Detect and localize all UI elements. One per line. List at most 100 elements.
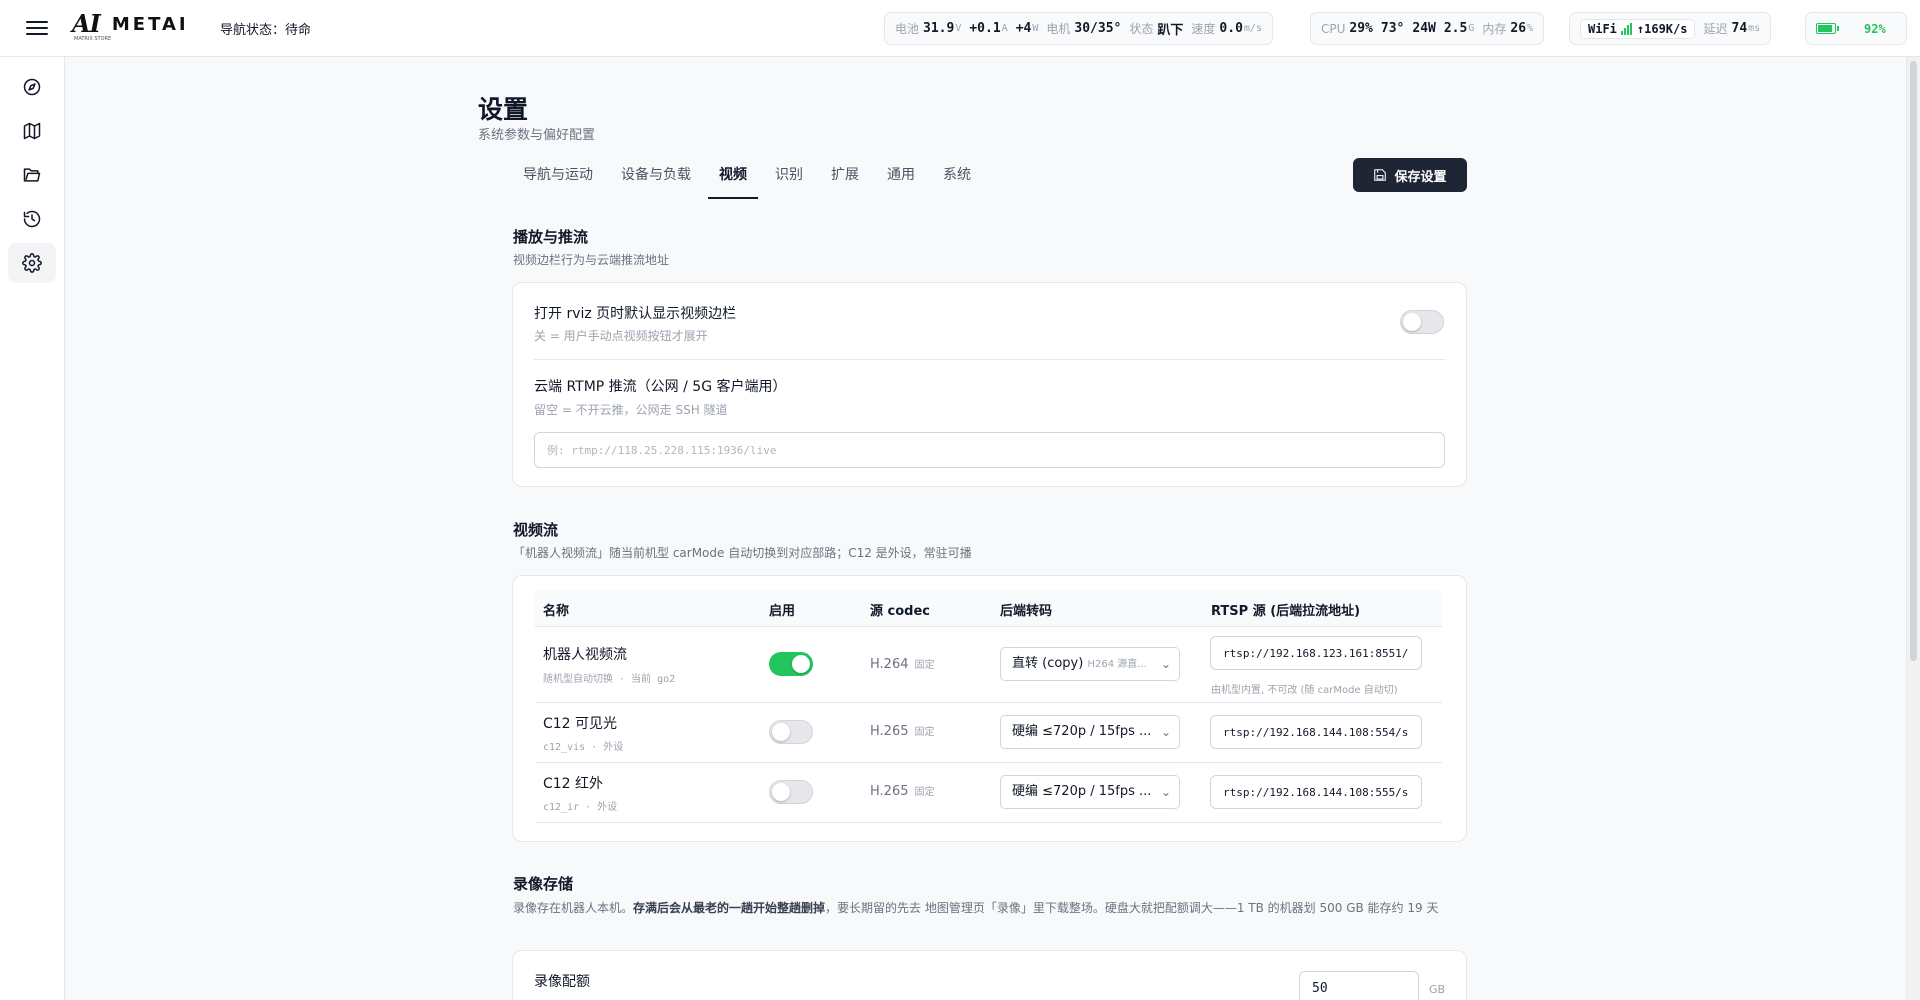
current-value: +0.1 (969, 21, 1001, 36)
rtsp-url-input[interactable] (1210, 636, 1422, 670)
transcode-value: 硬编 ≤720p / 15fps ... (1012, 724, 1152, 739)
memory-label: 内存 (1482, 22, 1507, 36)
tab-video[interactable]: 视频 (708, 158, 758, 199)
chevron-down-icon: ⌄ (1160, 725, 1171, 739)
storage-section-desc: 录像存在机器人本机。存满后会从最老的一趟开始整趟删掉，要长期留的先去 地图管理页… (513, 898, 1468, 918)
current-unit: A (1001, 23, 1008, 34)
page-scrollbar[interactable] (1906, 57, 1920, 1000)
rviz-sidebar-toggle[interactable] (1400, 310, 1444, 334)
gpu-unit: G (1468, 23, 1475, 34)
save-settings-button[interactable]: 保存设置 (1353, 158, 1467, 192)
rviz-setting-title: 打开 rviz 页时默认显示视频边栏 (534, 306, 737, 322)
sidebar-item-files[interactable] (8, 155, 56, 195)
scroll-thumb[interactable] (1910, 61, 1917, 661)
map-icon (23, 122, 41, 140)
stream-enable-toggle[interactable] (769, 720, 813, 744)
tab-navigation[interactable]: 导航与运动 (512, 158, 604, 199)
tab-general[interactable]: 通用 (876, 158, 926, 199)
logo-subtitle: MATRIX STORE (74, 36, 112, 42)
tab-system[interactable]: 系统 (932, 158, 982, 199)
battery-voltage: 31.9 (923, 21, 955, 36)
table-row: C12 可见光 c12_vis · 外设 H.265 固定 硬编 ≤720p / … (535, 703, 1442, 763)
network-pill: WiFi ↑169K/s 延迟 74 ms (1569, 12, 1772, 45)
compass-icon (23, 78, 41, 96)
stream-sub: c12_ir · 外设 (543, 802, 618, 813)
sidebar-item-settings[interactable] (8, 243, 56, 283)
streams-section-title: 视频流 (513, 521, 559, 539)
transcode-value: 直转 (copy) (1012, 656, 1084, 671)
cpu-temp: 73° (1380, 21, 1405, 36)
sidebar (0, 57, 65, 1000)
col-codec: 源 codec (870, 604, 930, 619)
table-row: C12 红外 c12_ir · 外设 H.265 固定 硬编 ≤720p / 15… (535, 763, 1442, 823)
menu-icon[interactable] (26, 18, 48, 38)
rtmp-url-input[interactable] (534, 432, 1445, 468)
streams-table-header: 名称 启用 源 codec 后端转码 RTSP 源 (后端拉流地址) (535, 590, 1442, 627)
tab-extension[interactable]: 扩展 (820, 158, 870, 199)
codec-value: H.264 (870, 657, 909, 672)
toggle-knob (1403, 313, 1421, 331)
tab-device[interactable]: 设备与负载 (610, 158, 702, 199)
rtsp-url-input[interactable] (1210, 715, 1422, 749)
transcode-select[interactable]: 硬编 ≤720p / 15fps ... ⌄ (1000, 775, 1180, 809)
latency-unit: ms (1748, 23, 1761, 34)
battery-icon (1816, 23, 1839, 34)
rviz-setting-desc: 关 = 用户手动点视频按钮才展开 (534, 329, 708, 343)
power-unit: W (1032, 23, 1039, 34)
quota-unit: GB (1429, 983, 1446, 996)
gpu-value: 2.5 (1443, 21, 1468, 36)
toggle-knob (772, 723, 790, 741)
motor-temp: 30/35° (1074, 21, 1122, 36)
playback-section-title: 播放与推流 (513, 228, 589, 246)
toggle-knob (772, 783, 790, 801)
table-row: 机器人视频流 随机型自动切换 · 当前 go2 H.264 固定 直转 (copy… (535, 628, 1442, 703)
storage-desc-pre: 录像存在机器人本机。 (513, 901, 634, 915)
codec-value: H.265 (870, 724, 909, 739)
quota-input[interactable] (1299, 971, 1419, 1000)
logo: AI MATRIX STORE METAI (72, 12, 189, 43)
rtsp-note: 由机型内置, 不可改 (随 carMode 自动切) (1211, 685, 1398, 696)
sidebar-item-map[interactable] (8, 111, 56, 151)
battery-percent: 92% (1864, 21, 1886, 36)
stream-enable-toggle[interactable] (769, 652, 813, 676)
stream-sub: 随机型自动切换 · 当前 go2 (543, 674, 676, 685)
codec-tag: 固定 (914, 787, 935, 798)
battery-voltage-unit: V (955, 23, 962, 34)
speed-label: 速度 (1191, 22, 1216, 36)
storage-desc-post: ，要长期留的先去 地图管理页「录像」里下载整场。硬盘大就把配额调大——1 TB … (825, 901, 1439, 915)
stream-enable-toggle[interactable] (769, 780, 813, 804)
stream-sub: c12_vis · 外设 (543, 742, 624, 753)
state-value: 趴下 (1157, 23, 1184, 38)
tab-recognition[interactable]: 识别 (764, 158, 814, 199)
folder-icon (23, 168, 41, 182)
motor-label: 电机 (1046, 22, 1071, 36)
toggle-knob (792, 655, 810, 673)
sidebar-item-navigate[interactable] (8, 67, 56, 107)
stream-name: 机器人视频流 (543, 647, 627, 663)
storage-desc-bold: 存满后会从最老的一趟开始整趟删掉 (633, 901, 826, 915)
transcode-select[interactable]: 硬编 ≤720p / 15fps ... ⌄ (1000, 715, 1180, 749)
page-title: 设置 (478, 95, 529, 124)
codec-tag: 固定 (914, 727, 935, 738)
sidebar-item-history[interactable] (8, 199, 56, 239)
battery-pill: 92% (1805, 12, 1907, 45)
stream-name: C12 可见光 (543, 716, 618, 732)
state-label: 状态 (1129, 22, 1154, 36)
storage-card: 录像配额 GB (512, 950, 1467, 1000)
playback-card: 打开 rviz 页时默认显示视频边栏 关 = 用户手动点视频按钮才展开 云端 R… (512, 282, 1467, 487)
rtsp-url-input[interactable] (1210, 775, 1422, 809)
playback-section-desc: 视频边栏行为与云端推流地址 (513, 253, 670, 267)
transcode-value: 硬编 ≤720p / 15fps ... (1012, 784, 1152, 799)
settings-tabs: 导航与运动 设备与负载 视频 识别 扩展 通用 系统 (512, 158, 988, 199)
logo-name: METAI (111, 13, 189, 35)
page-subtitle: 系统参数与偏好配置 (478, 128, 596, 143)
latency-value: 74 (1731, 21, 1748, 36)
robot-telemetry-pill: 电池 31.9 V +0.1 A +4 W 电机 30/35° 状态 趴下 速度 0.… (884, 12, 1273, 45)
rtmp-setting-title: 云端 RTMP 推流（公网 / 5G 客户端用） (534, 379, 787, 395)
save-icon (1374, 169, 1387, 181)
transcode-select[interactable]: 直转 (copy) H264 源直... ⌄ (1000, 647, 1180, 681)
col-transcode: 后端转码 (1000, 604, 1053, 619)
save-settings-label: 保存设置 (1394, 169, 1447, 185)
wifi-label: WiFi (1588, 21, 1617, 36)
streams-card: 名称 启用 源 codec 后端转码 RTSP 源 (后端拉流地址) 机器人视频… (512, 575, 1467, 842)
